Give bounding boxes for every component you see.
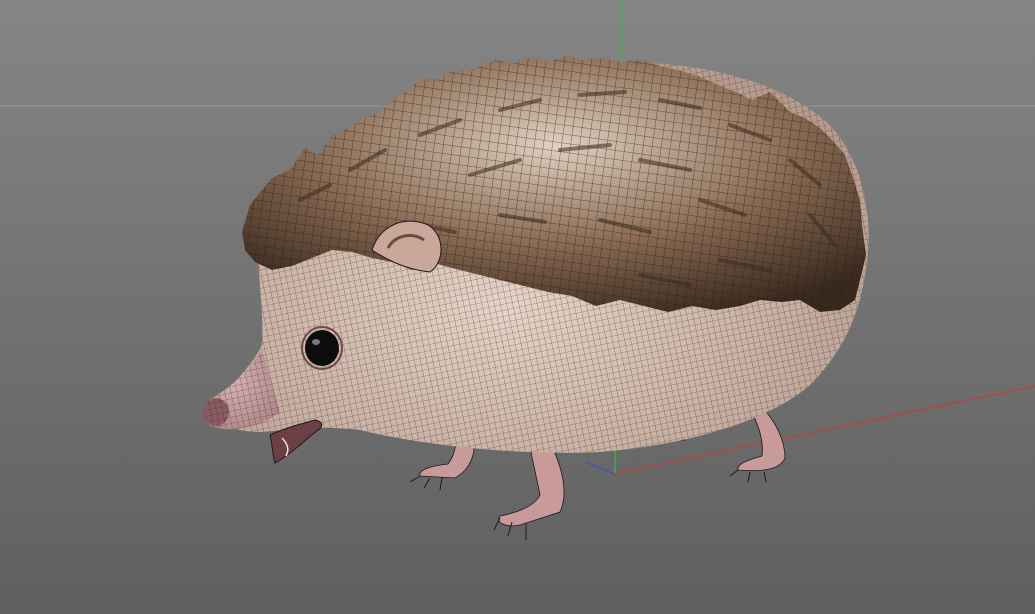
3d-viewport[interactable] <box>0 0 1035 614</box>
hedgehog-eye <box>305 330 339 366</box>
viewport-canvas[interactable] <box>0 0 1035 614</box>
